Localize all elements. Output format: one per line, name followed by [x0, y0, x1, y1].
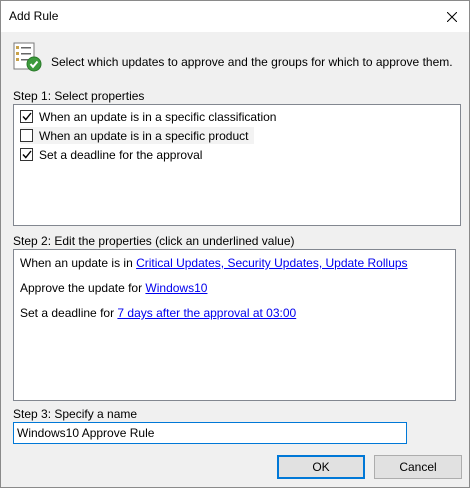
group-prefix: Approve the update for	[20, 281, 146, 295]
cancel-button[interactable]: Cancel	[374, 455, 462, 479]
instruction-text: Select which updates to approve and the …	[51, 55, 453, 69]
properties-editor: When an update is in Critical Updates, S…	[13, 249, 456, 401]
step3-label: Step 3: Specify a name	[13, 407, 138, 421]
classification-line: When an update is in Critical Updates, S…	[20, 256, 408, 270]
step1-label: Step 1: Select properties	[13, 89, 145, 103]
deadline-label: Set a deadline for the approval	[39, 147, 203, 162]
properties-list: When an update is in a specific classifi…	[13, 104, 461, 226]
rule-name-input[interactable]	[13, 422, 407, 444]
property-classification[interactable]: When an update is in a specific classifi…	[20, 108, 276, 125]
classification-checkbox[interactable]	[20, 110, 33, 123]
group-line: Approve the update for Windows10	[20, 281, 207, 295]
deadline-link[interactable]: 7 days after the approval at 03:00	[117, 306, 296, 320]
classification-prefix: When an update is in	[20, 256, 137, 270]
group-link[interactable]: Windows10	[145, 281, 207, 295]
checkmark-icon	[21, 150, 32, 159]
deadline-prefix: Set a deadline for	[20, 306, 118, 320]
close-button[interactable]	[435, 1, 469, 32]
product-checkbox[interactable]	[20, 129, 33, 142]
deadline-checkbox[interactable]	[20, 148, 33, 161]
rule-list-icon	[13, 42, 42, 72]
close-icon	[447, 11, 457, 22]
product-label: When an update is in a specific product	[39, 128, 249, 143]
window-title: Add Rule	[9, 9, 59, 23]
add-rule-dialog: Add Rule Select which updates to approve…	[0, 0, 470, 488]
deadline-line: Set a deadline for 7 days after the appr…	[20, 306, 296, 320]
step2-label: Step 2: Edit the properties (click an un…	[13, 234, 295, 248]
classification-link[interactable]: Critical Updates, Security Updates, Upda…	[136, 256, 407, 270]
property-product[interactable]: When an update is in a specific product	[20, 127, 254, 144]
classification-label: When an update is in a specific classifi…	[39, 109, 277, 124]
checkmark-icon	[21, 112, 32, 121]
ok-button[interactable]: OK	[277, 455, 365, 479]
property-deadline[interactable]: Set a deadline for the approval	[20, 146, 202, 163]
title-bar: Add Rule	[1, 1, 469, 32]
